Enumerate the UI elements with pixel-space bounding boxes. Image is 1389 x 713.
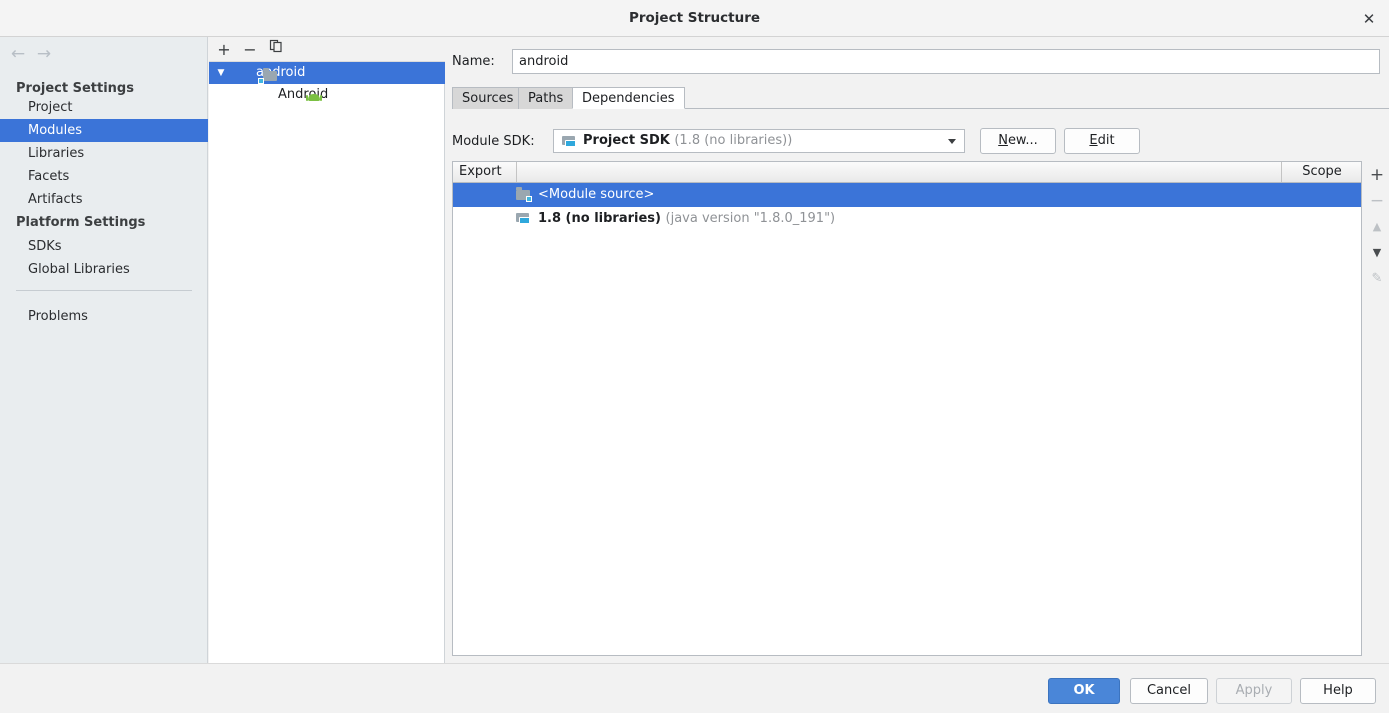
sidebar-item-artifacts[interactable]: Artifacts: [0, 188, 208, 211]
window-title: Project Structure: [628, 10, 761, 26]
add-dependency-icon[interactable]: +: [1365, 163, 1389, 187]
module-name-label: Name:: [452, 54, 495, 69]
sidebar-group-platform-settings: Platform Settings: [16, 215, 146, 230]
forward-arrow-icon[interactable]: →: [30, 41, 58, 67]
copy-module-icon[interactable]: [265, 39, 287, 60]
apply-button: Apply: [1216, 678, 1292, 704]
sidebar-item-problems[interactable]: Problems: [0, 305, 208, 328]
tree-node-android-module[interactable]: ▼ android: [209, 62, 445, 84]
module-sdk-name: Project SDK: [583, 133, 670, 148]
move-down-icon[interactable]: ▼: [1365, 241, 1389, 265]
tree-node-label: Android: [278, 87, 329, 102]
table-row[interactable]: <Module source>: [453, 183, 1361, 207]
column-header-export[interactable]: Export: [459, 162, 502, 182]
sidebar-item-project[interactable]: Project: [0, 96, 208, 119]
move-up-icon[interactable]: ▲: [1365, 215, 1389, 239]
module-source-icon: [516, 187, 532, 202]
settings-sidebar: ← → Project Settings Project Modules Lib…: [0, 37, 208, 663]
edit-dependency-icon[interactable]: ✎: [1365, 267, 1389, 291]
module-name-row: Name:: [452, 49, 1382, 75]
modules-tree-toolbar: + −: [209, 37, 445, 62]
module-sdk-label: Module SDK:: [452, 134, 535, 149]
sidebar-nav-arrows: ← →: [0, 41, 208, 67]
column-header-scope[interactable]: Scope: [1285, 162, 1359, 182]
sidebar-item-facets[interactable]: Facets: [0, 165, 208, 188]
edit-sdk-mnemonic: E: [1089, 133, 1098, 148]
module-detail-panel: Name: Sources Paths Dependencies Module …: [446, 37, 1389, 663]
sidebar-item-global-libraries[interactable]: Global Libraries: [0, 258, 208, 281]
remove-dependency-icon[interactable]: −: [1365, 189, 1389, 213]
close-icon[interactable]: ✕: [1358, 8, 1380, 30]
tab-paths[interactable]: Paths: [518, 87, 574, 109]
help-button[interactable]: Help: [1300, 678, 1376, 704]
sdk-icon: [516, 212, 531, 226]
edit-sdk-button[interactable]: Edit: [1064, 128, 1140, 154]
dependencies-table-header: Export Scope: [453, 162, 1361, 183]
column-header-name[interactable]: [516, 162, 1282, 182]
dependency-detail: (java version "1.8.0_191"): [665, 211, 836, 226]
new-sdk-button[interactable]: New...: [980, 128, 1056, 154]
dialog-footer: OK Cancel Apply Help: [0, 663, 1389, 713]
sidebar-divider: [16, 290, 192, 291]
back-arrow-icon[interactable]: ←: [4, 41, 32, 67]
dependency-name: 1.8 (no libraries) (java version "1.8.0_…: [538, 207, 835, 231]
module-sdk-detail: (1.8 (no libraries)): [674, 133, 793, 148]
tree-node-android-facet[interactable]: Android: [209, 84, 445, 106]
sidebar-item-modules[interactable]: Modules: [0, 119, 208, 142]
cancel-button[interactable]: Cancel: [1130, 678, 1208, 704]
remove-module-icon[interactable]: −: [239, 39, 261, 60]
module-sdk-value: Project SDK (1.8 (no libraries)): [583, 130, 792, 152]
edit-sdk-label-rest: dit: [1097, 133, 1115, 148]
sidebar-item-sdks[interactable]: SDKs: [0, 235, 208, 258]
tab-sources[interactable]: Sources: [452, 87, 524, 109]
new-sdk-label-rest: ew...: [1007, 133, 1038, 148]
module-name-input[interactable]: [512, 49, 1380, 74]
project-structure-dialog: Project Structure ✕ ← → Project Settings…: [0, 0, 1389, 713]
table-row[interactable]: 1.8 (no libraries) (java version "1.8.0_…: [453, 207, 1361, 231]
title-bar: Project Structure ✕: [0, 0, 1389, 37]
sdk-icon: [562, 135, 577, 149]
module-sdk-dropdown[interactable]: Project SDK (1.8 (no libraries)): [553, 129, 965, 153]
dependency-name-text: 1.8 (no libraries): [538, 211, 661, 226]
sidebar-item-libraries[interactable]: Libraries: [0, 142, 208, 165]
ok-button[interactable]: OK: [1048, 678, 1120, 704]
module-tabs: Sources Paths Dependencies: [452, 87, 1389, 109]
tab-dependencies[interactable]: Dependencies: [572, 87, 685, 109]
chevron-down-icon[interactable]: [948, 139, 956, 144]
dependencies-table: Export Scope <Module source> 1.8 (no lib…: [452, 161, 1362, 656]
dependencies-side-toolbar: + − ▲ ▼ ✎: [1365, 161, 1389, 656]
dependency-name: <Module source>: [538, 187, 655, 202]
new-sdk-mnemonic: N: [998, 133, 1008, 148]
module-sdk-row: Module SDK: Project SDK (1.8 (no librari…: [452, 128, 1382, 156]
add-module-icon[interactable]: +: [213, 39, 235, 60]
modules-tree-panel: + − ▼ android Android: [209, 37, 445, 663]
chevron-down-icon[interactable]: ▼: [215, 62, 227, 84]
